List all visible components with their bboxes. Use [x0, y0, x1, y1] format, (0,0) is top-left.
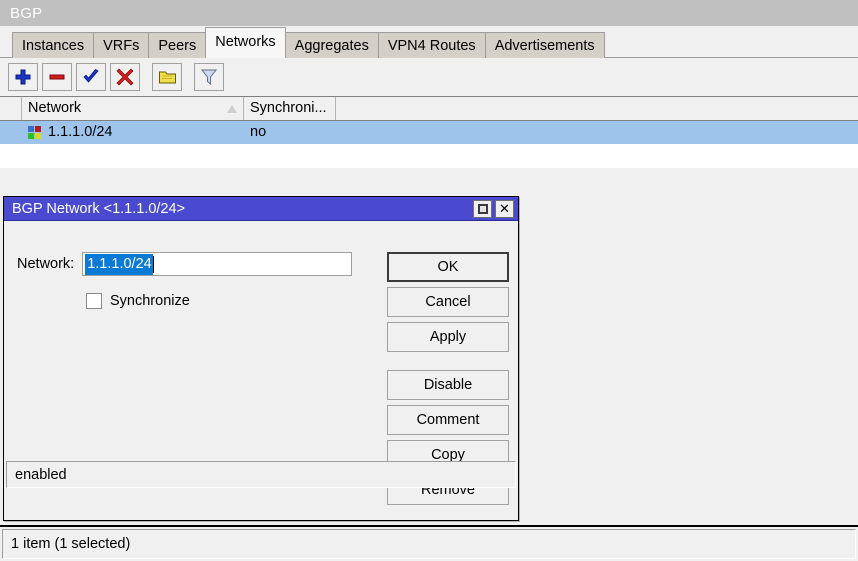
network-field-row: Network: 1.1.1.0/24 [17, 252, 352, 276]
column-header-synchronize-label: Synchroni... [250, 97, 327, 120]
button-label: OK [438, 259, 459, 275]
tab-vpn4-routes[interactable]: VPN4 Routes [378, 32, 486, 58]
tab-peers[interactable]: Peers [148, 32, 206, 58]
tab-label: Instances [22, 38, 84, 54]
row-cell-network: 1.1.1.0/24 [22, 121, 244, 144]
comment-button[interactable] [152, 63, 182, 91]
tab-advertisements[interactable]: Advertisements [485, 32, 605, 58]
tab-label: Networks [215, 34, 275, 50]
minus-icon [48, 68, 66, 86]
check-icon [82, 68, 100, 86]
close-button[interactable]: ✕ [495, 200, 514, 218]
column-header-synchronize[interactable]: Synchroni... [244, 97, 336, 120]
button-label: Comment [417, 412, 480, 428]
remove-button[interactable] [42, 63, 72, 91]
button-label: Disable [424, 377, 472, 393]
list-empty-area [0, 144, 858, 168]
tabstrip: Instances VRFs Peers Networks Aggregates VPN4… [0, 26, 858, 58]
tab-vrfs[interactable]: VRFs [93, 32, 149, 58]
sort-ascending-icon [227, 105, 237, 113]
networks-list: Network Synchroni... 1.1.1.0/24 no [0, 96, 858, 168]
toolbar [0, 58, 858, 96]
network-input[interactable]: 1.1.1.0/24 [82, 252, 352, 276]
button-label: Cancel [425, 294, 470, 310]
dialog-status-bar: enabled [6, 461, 516, 488]
table-row[interactable]: 1.1.1.0/24 no [0, 121, 858, 144]
dialog-status-wrap: enabled [4, 459, 518, 491]
column-header-filler [336, 97, 858, 120]
network-squares-icon [28, 126, 41, 139]
network-input-value: 1.1.1.0/24 [85, 254, 153, 275]
tab-networks[interactable]: Networks [205, 27, 285, 58]
tab-label: VPN4 Routes [388, 38, 476, 54]
add-button[interactable] [8, 63, 38, 91]
tab-aggregates[interactable]: Aggregates [285, 32, 379, 58]
bgp-window: BGP Instances VRFs Peers Networks Aggregates… [0, 0, 858, 561]
tab-instances[interactable]: Instances [12, 32, 94, 58]
dialog-window-controls: ✕ [473, 200, 518, 218]
window-titlebar: BGP [0, 0, 858, 26]
restore-icon [478, 204, 488, 214]
restore-button[interactable] [473, 200, 492, 218]
plus-icon [14, 68, 32, 86]
enable-button[interactable] [76, 63, 106, 91]
row-network-value: 1.1.1.0/24 [48, 121, 113, 144]
cross-icon [116, 68, 134, 86]
funnel-icon [200, 68, 218, 86]
row-cell-synchronize: no [244, 121, 336, 144]
note-icon [158, 68, 177, 86]
network-label: Network: [17, 256, 74, 272]
column-header-network[interactable]: Network [22, 97, 244, 120]
cancel-button[interactable]: Cancel [387, 287, 509, 317]
disable-button[interactable]: Disable [387, 370, 509, 400]
tab-label: Aggregates [295, 38, 369, 54]
window-status-bar: 1 item (1 selected) [0, 525, 858, 561]
filter-button[interactable] [194, 63, 224, 91]
synchronize-checkbox[interactable] [86, 293, 102, 309]
bgp-network-dialog: BGP Network <1.1.1.0/24> ✕ Network: 1.1.… [3, 196, 519, 521]
column-header-network-label: Network [28, 97, 81, 120]
tab-label: Peers [158, 38, 196, 54]
list-header: Network Synchroni... [0, 97, 858, 121]
window-status-text: 1 item (1 selected) [2, 529, 856, 559]
tab-label: Advertisements [495, 38, 595, 54]
comment-button[interactable]: Comment [387, 405, 509, 435]
apply-button[interactable]: Apply [387, 322, 509, 352]
dialog-titlebar[interactable]: BGP Network <1.1.1.0/24> ✕ [4, 197, 518, 221]
dialog-body: Network: 1.1.1.0/24 Synchronize OK Cancel… [4, 221, 518, 491]
header-gutter [0, 97, 22, 120]
tab-label: VRFs [103, 38, 139, 54]
text-caret [153, 256, 154, 273]
disable-button[interactable] [110, 63, 140, 91]
window-title: BGP [10, 5, 42, 22]
button-label: Apply [430, 329, 466, 345]
dialog-title: BGP Network <1.1.1.0/24> [12, 201, 473, 217]
ok-button[interactable]: OK [387, 252, 509, 282]
close-icon: ✕ [499, 202, 510, 215]
synchronize-label: Synchronize [110, 293, 190, 309]
synchronize-checkbox-row[interactable]: Synchronize [86, 293, 190, 309]
